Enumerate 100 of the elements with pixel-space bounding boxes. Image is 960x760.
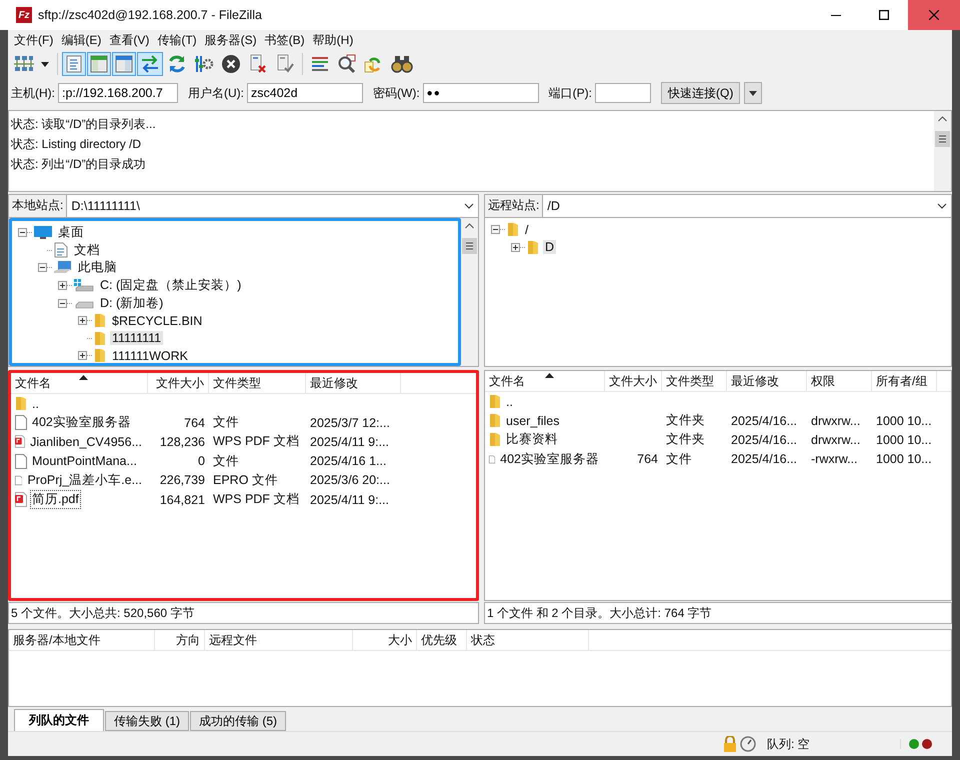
tree-item[interactable]: C: (固定盘（禁止安装）) [98,277,244,294]
layout-right-icon [115,55,133,73]
column-header[interactable]: 文件大小 [148,373,209,393]
menu-item[interactable]: 书签(B) [260,32,309,48]
scrollbar[interactable] [461,218,478,366]
tree-item[interactable]: D: (新加卷) [98,294,166,312]
folder-icon [94,348,106,364]
collapse-icon[interactable] [491,225,500,234]
column-header[interactable]: 文件类型 [209,373,306,393]
tree-item[interactable]: 11111111 [110,331,164,346]
file-name[interactable]: 简历.pdf [30,490,81,510]
tab[interactable]: 成功的传输 (5) [190,711,286,731]
document-icon [54,242,68,258]
sort-arrow-icon [79,375,88,380]
quickconnect-button[interactable]: 快速连接(Q) [661,82,740,104]
pdf-file-icon [15,434,26,450]
refresh-icon [167,54,187,74]
table-cell: 文件 [666,450,692,468]
caret-icon [749,90,758,96]
scrollbar[interactable] [934,111,951,191]
file-name[interactable]: .. [504,394,515,410]
column-header[interactable]: 最近修改 [727,371,807,391]
expand-icon[interactable] [511,242,520,252]
column-header[interactable]: 远程文件 [205,630,353,650]
file-name[interactable]: .. [30,396,41,412]
window-title: sftp://zsc402d@192.168.200.7 - FileZilla [38,8,262,22]
tree-item[interactable]: / [523,222,530,237]
table-cell: 2025/4/16... [731,414,798,428]
host-field[interactable]: :p://192.168.200.7 [58,83,178,103]
column-header[interactable]: 服务器/本地文件 [9,630,155,650]
column-header[interactable]: 所有者/组 [872,371,937,391]
log-panel-icon [66,55,82,73]
column-header[interactable]: 最近修改 [306,373,401,393]
tree-item[interactable]: 文档 [72,242,102,259]
table-cell: 764 [184,416,205,430]
column-header[interactable]: 文件类型 [662,371,727,391]
file-name[interactable]: MountPointMana... [30,453,139,470]
caret-icon[interactable] [41,62,49,66]
page-cross-icon [248,54,268,74]
column-header[interactable]: 大小 [353,630,417,650]
menu-item[interactable]: 文件(F) [10,32,58,48]
folder-icon [507,222,519,238]
column-header[interactable]: 方向 [155,630,205,650]
table-cell: 2025/3/7 12:... [310,416,390,430]
port-field[interactable] [595,83,651,103]
tab[interactable]: 列队的文件 [14,709,104,731]
file-name[interactable]: Jianliben_CV4956... [28,434,144,450]
menu-item[interactable]: 查看(V) [105,32,154,48]
table-cell: 1000 10... [876,452,932,466]
username-field[interactable]: zsc402d [247,83,363,103]
network-icon [13,54,35,74]
lock-icon [723,736,737,752]
table-cell: 文件夹 [666,431,705,448]
folder-icon [94,313,106,328]
table-cell: 1000 10... [876,414,932,428]
folder-icon [15,396,27,412]
tree-item[interactable]: 此电脑 [76,259,119,276]
column-header[interactable]: 文件名 [485,371,605,391]
log-line: 状态: Listing directory /D [10,136,142,153]
file-name[interactable]: user_files [504,412,562,429]
tree-item[interactable]: 111111WORK [110,348,190,363]
column-header[interactable]: 文件大小 [605,371,662,391]
menu-item[interactable]: 服务器(S) [200,32,261,48]
tree-item[interactable]: D [543,240,556,254]
table-cell: 文件夹 [666,412,705,430]
table-cell: 2025/4/16... [731,432,798,447]
collapse-icon[interactable] [38,263,47,272]
file-icon [15,454,27,469]
menu-item[interactable]: 帮助(H) [308,32,358,48]
file-name[interactable]: 比赛资料 [504,430,560,450]
tab[interactable]: 传输失败 (1) [105,711,189,731]
file-name[interactable]: 402实验室服务器 [30,413,133,432]
host-label: 主机(H): [11,84,55,102]
file-name[interactable]: ProPrj_温差小车.e... [25,470,144,490]
column-header[interactable]: 文件名 [11,373,148,393]
queue-status: 队列: 空 [767,736,811,752]
file-name[interactable]: 402实验室服务器 [498,450,601,469]
expand-icon[interactable] [78,351,87,360]
table-cell: 2025/4/11 9:... [310,492,389,507]
tree-item[interactable]: 桌面 [56,224,86,242]
collapse-icon[interactable] [58,298,67,308]
menu-item[interactable]: 传输(T) [153,32,201,48]
sliders-gear-icon [194,54,214,74]
close-icon [929,10,939,20]
table-cell: drwxrw... [811,414,860,428]
menu-item[interactable]: 编辑(E) [57,32,106,48]
password-label: 密码(W): [373,84,420,102]
expand-icon[interactable] [58,281,67,290]
collapse-icon[interactable] [18,228,27,238]
table-cell: -rwxrw... [811,452,858,466]
column-header[interactable]: 优先级 [417,630,467,650]
dropdown-button[interactable] [744,82,762,104]
column-header[interactable]: 权限 [807,371,872,391]
log-line: 状态: 列出“/D”的目录成功 [10,156,147,173]
expand-icon[interactable] [78,316,87,326]
layout-left-icon [90,55,108,73]
cancel-icon [221,54,241,74]
column-header[interactable]: 状态 [467,630,589,650]
password-field[interactable]: ●● [422,83,539,103]
tree-item[interactable]: $RECYCLE.BIN [110,314,204,328]
